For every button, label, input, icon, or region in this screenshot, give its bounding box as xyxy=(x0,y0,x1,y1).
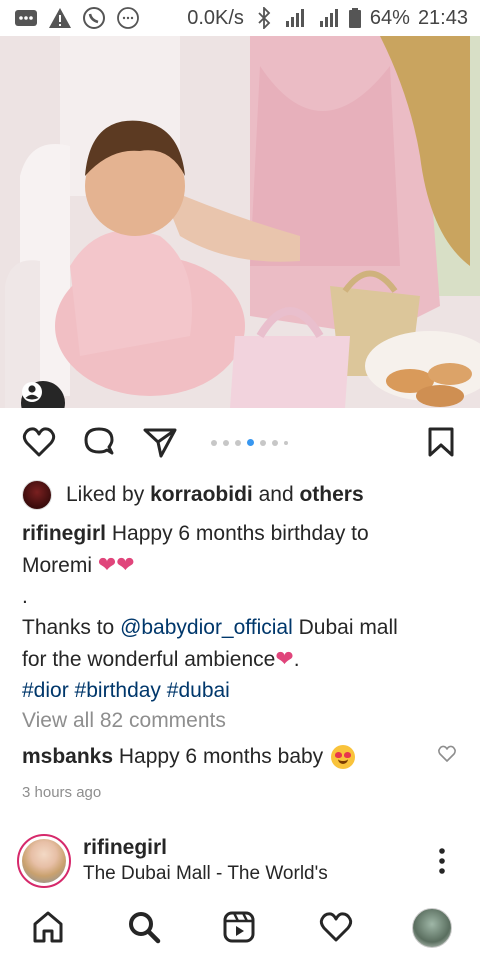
user-icon xyxy=(22,382,42,402)
nav-activity[interactable] xyxy=(318,909,354,945)
post-actions xyxy=(0,416,480,468)
photo-illustration xyxy=(0,36,480,408)
caption-thanks: Thanks to xyxy=(22,616,115,639)
network-speed: 0.0K/s xyxy=(187,6,244,29)
liked-by-user[interactable]: korraobidi xyxy=(150,483,253,507)
status-bar: 0.0K/s 64% 21:43 xyxy=(0,0,480,36)
heart-icon xyxy=(319,912,353,942)
liked-by[interactable]: Liked by korraobidi and others xyxy=(22,480,364,510)
caption-end: . xyxy=(293,648,300,671)
post-photo[interactable] xyxy=(0,36,480,408)
whatsapp-icon xyxy=(82,7,106,29)
carousel-dot xyxy=(284,440,288,445)
caption-mention[interactable]: @babydior_official xyxy=(120,616,293,639)
share-button[interactable] xyxy=(142,424,178,460)
carousel-dot xyxy=(211,439,217,446)
caption-heart: ❤ xyxy=(275,646,294,671)
next-post-location[interactable]: The Dubai Mall - The World's xyxy=(83,863,328,885)
heart-icon xyxy=(438,745,456,762)
carousel-dot xyxy=(260,439,266,446)
caption-hearts: ❤❤ xyxy=(97,552,135,577)
liked-by-prefix: Liked by xyxy=(66,483,145,506)
home-icon xyxy=(33,911,63,943)
caption-text-4: for the wonderful ambience xyxy=(22,648,276,671)
nav-profile-avatar[interactable] xyxy=(412,908,452,948)
comment-row: msbanks Happy 6 months baby xyxy=(22,742,422,772)
caption-username[interactable]: rifinegirl xyxy=(22,522,106,545)
liked-by-others[interactable]: others xyxy=(299,483,363,507)
caption-text-1: Happy 6 months birthday to xyxy=(111,522,369,545)
heart-icon xyxy=(22,427,56,457)
hashtag-dior[interactable]: #dior xyxy=(22,679,69,702)
chat-bubble-icon xyxy=(116,7,140,29)
bookmark-icon xyxy=(428,427,454,457)
post-timestamp: 3 hours ago xyxy=(22,784,102,801)
hashtag-dubai[interactable]: #dubai xyxy=(167,679,230,702)
message-icon xyxy=(14,7,38,29)
warning-icon xyxy=(48,7,72,29)
comment-icon xyxy=(84,427,114,455)
like-button[interactable] xyxy=(21,424,57,460)
hashtag-birthday[interactable]: #birthday xyxy=(75,679,161,702)
post-caption: rifinegirl Happy 6 months birthday to Mo… xyxy=(22,518,462,706)
nav-reels[interactable] xyxy=(221,909,257,945)
signal-h-icon xyxy=(284,7,310,29)
signal-icon xyxy=(318,7,340,29)
view-all-comments-link[interactable]: View all 82 comments xyxy=(22,709,226,733)
clock: 21:43 xyxy=(417,6,468,29)
search-icon xyxy=(129,912,161,944)
battery-icon xyxy=(348,7,362,29)
caption-text-3: Dubai mall xyxy=(298,616,398,639)
more-vertical-icon xyxy=(439,848,445,874)
bottom-navigation xyxy=(0,893,480,960)
comment-text: Happy 6 months baby xyxy=(118,745,324,768)
comment-button[interactable] xyxy=(81,424,117,460)
next-post-username[interactable]: rifinegirl xyxy=(83,836,167,860)
carousel-dot xyxy=(223,439,229,446)
save-button[interactable] xyxy=(423,424,459,460)
carousel-indicator xyxy=(211,439,288,446)
next-post-header: rifinegirl The Dubai Mall - The World's xyxy=(0,828,480,890)
carousel-dot xyxy=(272,439,278,446)
reels-icon xyxy=(223,911,255,943)
carousel-dot-active xyxy=(247,439,254,446)
nav-home[interactable] xyxy=(30,909,66,945)
liker-avatar[interactable] xyxy=(22,480,52,510)
more-options-button[interactable] xyxy=(432,846,452,876)
nav-search[interactable] xyxy=(126,909,162,945)
comment-like-button[interactable] xyxy=(437,744,457,764)
carousel-dot xyxy=(235,439,241,446)
caption-dot: . xyxy=(22,585,28,608)
comment-username[interactable]: msbanks xyxy=(22,742,113,772)
send-icon xyxy=(143,428,177,458)
battery-percent: 64% xyxy=(369,6,410,29)
liked-by-and: and xyxy=(258,483,294,506)
caption-text-2: Moremi xyxy=(22,554,93,577)
next-post-avatar[interactable] xyxy=(17,834,71,888)
heart-eyes-emoji-icon xyxy=(331,745,356,769)
bluetooth-icon xyxy=(252,7,276,29)
